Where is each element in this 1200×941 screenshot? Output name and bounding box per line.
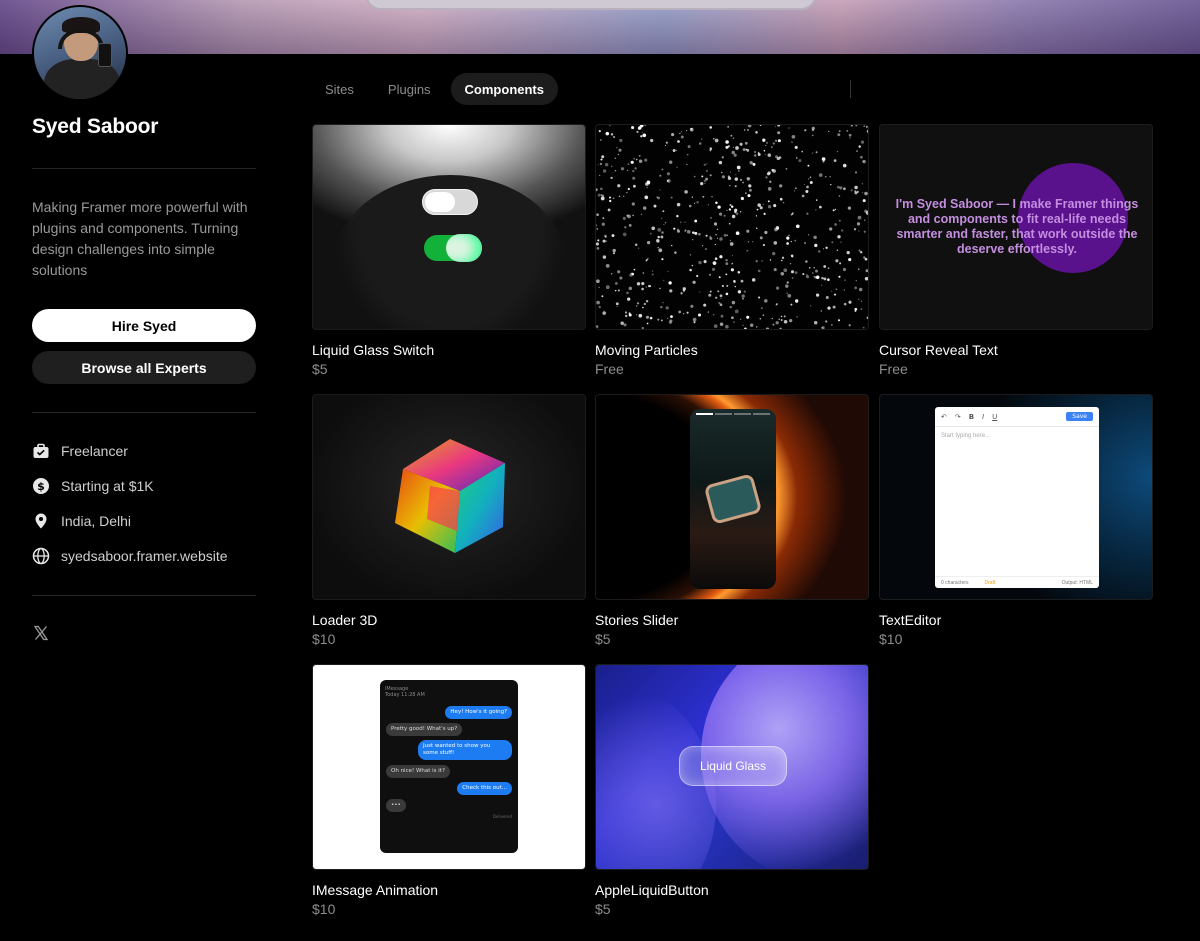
- card-title[interactable]: IMessage Animation: [312, 882, 586, 898]
- briefcase-icon: [32, 442, 50, 460]
- imsg-delivered: Delivered: [492, 814, 512, 819]
- component-card[interactable]: Liquid Glass Switch $5: [312, 124, 586, 377]
- editor-char-count: 0 characters: [941, 579, 969, 586]
- component-card[interactable]: Liquid Glass AppleLiquidButton $5: [595, 664, 869, 917]
- svg-text:$: $: [37, 480, 45, 493]
- liquid-glass-button: Liquid Glass: [679, 746, 787, 786]
- component-card[interactable]: Loader 3D $10: [312, 394, 586, 647]
- imsg-bubble: Pretty good! What's up?: [386, 723, 463, 736]
- divider: [32, 168, 256, 169]
- imsg-bubble: Hey! How's it going?: [445, 706, 512, 719]
- pin-icon: [32, 512, 50, 530]
- editor-output-format: Output: HTML: [1061, 579, 1093, 586]
- imsg-time: Today 11:28 AM: [385, 692, 425, 698]
- divider: [32, 412, 256, 413]
- thumbnail-stories-slider[interactable]: [595, 394, 869, 600]
- thumbnail-text-editor[interactable]: ↶ ↷ B I U Save Start typing here... 0 charac…: [879, 394, 1153, 600]
- card-price: $10: [312, 901, 336, 917]
- component-card[interactable]: I'm Syed Saboor — I make Framer things a…: [879, 124, 1153, 377]
- thumbnail-liquid-glass-switch[interactable]: [312, 124, 586, 330]
- dollar-icon: $: [32, 477, 50, 495]
- thumbnail-imessage-animation[interactable]: iMessage Today 11:28 AM Hey! How's it go…: [312, 664, 586, 870]
- meta-role: Freelancer: [32, 441, 128, 461]
- imsg-bubble: Just wanted to show you some stuff!: [418, 740, 512, 760]
- tab-sites[interactable]: Sites: [311, 73, 368, 105]
- card-title[interactable]: Moving Particles: [595, 342, 869, 358]
- card-price: $10: [312, 631, 336, 647]
- profile-bio: Making Framer more powerful with plugins…: [32, 199, 248, 278]
- card-title[interactable]: Liquid Glass Switch: [312, 342, 586, 358]
- card-title[interactable]: TextEditor: [879, 612, 1153, 628]
- avatar: [32, 5, 128, 101]
- meta-rate-text: Starting at $1K: [61, 478, 154, 494]
- tab-divider: [850, 80, 851, 98]
- card-price: $5: [312, 361, 328, 377]
- meta-website[interactable]: syedsaboor.framer.website: [32, 546, 228, 566]
- imsg-typing: •••: [386, 799, 406, 812]
- card-price: $5: [595, 631, 611, 647]
- globe-icon: [32, 547, 50, 565]
- meta-rate: $ Starting at $1K: [32, 476, 154, 496]
- meta-location-text: India, Delhi: [61, 513, 132, 529]
- card-title[interactable]: Loader 3D: [312, 612, 586, 628]
- editor-placeholder: Start typing here...: [941, 433, 991, 439]
- tab-bar: Sites Plugins Components: [311, 73, 558, 105]
- cube-icon: [395, 439, 505, 553]
- component-card[interactable]: iMessage Today 11:28 AM Hey! How's it go…: [312, 664, 586, 917]
- card-price: Free: [879, 361, 908, 377]
- cursor-reveal-text: I'm Syed Saboor — I make Framer things a…: [895, 197, 1139, 256]
- imsg-bubble: Oh nice! What is it?: [386, 765, 450, 778]
- card-price: $5: [595, 901, 611, 917]
- imsg-bubble: Check this out...: [457, 782, 512, 795]
- card-price: $10: [879, 631, 903, 647]
- profile-name: Syed Saboor: [32, 115, 159, 138]
- banner-search-pill[interactable]: [365, 0, 817, 10]
- browse-experts-button[interactable]: Browse all Experts: [32, 351, 256, 384]
- x-icon[interactable]: [33, 625, 49, 641]
- meta-website-link[interactable]: syedsaboor.framer.website: [61, 548, 228, 564]
- tab-plugins[interactable]: Plugins: [374, 73, 445, 105]
- thumbnail-cursor-reveal-text[interactable]: I'm Syed Saboor — I make Framer things a…: [879, 124, 1153, 330]
- meta-location: India, Delhi: [32, 511, 131, 531]
- card-title[interactable]: Cursor Reveal Text: [879, 342, 1153, 358]
- card-title[interactable]: AppleLiquidButton: [595, 882, 869, 898]
- card-title[interactable]: Stories Slider: [595, 612, 869, 628]
- tab-components[interactable]: Components: [450, 73, 558, 105]
- component-card[interactable]: Moving Particles Free: [595, 124, 869, 377]
- thumbnail-moving-particles[interactable]: [595, 124, 869, 330]
- hire-button[interactable]: Hire Syed: [32, 309, 256, 342]
- editor-save-button: Save: [1066, 412, 1093, 421]
- component-card[interactable]: Stories Slider $5: [595, 394, 869, 647]
- divider: [32, 595, 256, 596]
- thumbnail-loader-3d[interactable]: [312, 394, 586, 600]
- thumbnail-apple-liquid-button[interactable]: Liquid Glass: [595, 664, 869, 870]
- card-price: Free: [595, 361, 624, 377]
- component-card[interactable]: ↶ ↷ B I U Save Start typing here... 0 charac…: [879, 394, 1153, 647]
- editor-draft-status: Draft: [984, 579, 996, 586]
- meta-role-text: Freelancer: [61, 443, 128, 459]
